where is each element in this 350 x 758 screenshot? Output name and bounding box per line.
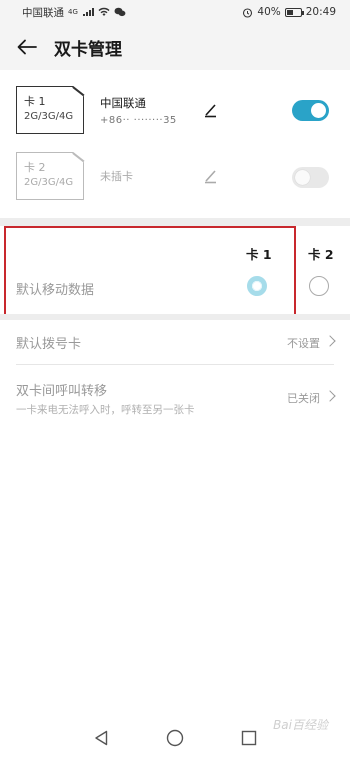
toggle-knob (295, 170, 310, 185)
edit-icon (205, 170, 216, 184)
sim-row-2: 卡 2 2G/3G/4G 未插卡 (0, 144, 350, 218)
annotation-highlight-box (4, 226, 296, 318)
status-bar: 中国联通 4G 40% 20:49 (0, 0, 350, 24)
wifi-icon (98, 7, 110, 16)
section-divider (0, 218, 350, 226)
call-forward-label: 双卡间呼叫转移 (16, 384, 108, 399)
sim-card-icon-1: 卡 1 2G/3G/4G (16, 86, 84, 134)
sim-row-1: 卡 1 2G/3G/4G 中国联通 +86·· ········35 (0, 70, 350, 144)
circle-home-icon (166, 729, 184, 747)
carrier-text: 中国联通 (22, 6, 64, 19)
default-dial-label: 默认拨号卡 (16, 337, 82, 352)
sim-card-section: 卡 1 2G/3G/4G 中国联通 +86·· ········35 卡 2 2… (0, 70, 350, 218)
sim-1-toggle[interactable] (292, 100, 329, 121)
nav-recents-button[interactable] (237, 726, 261, 750)
sim-name: 卡 2 (24, 161, 46, 174)
page-title: 双卡管理 (54, 39, 122, 60)
chevron-right-icon (324, 390, 336, 402)
wechat-icon (114, 7, 126, 17)
sim-card-icon-2: 卡 2 2G/3G/4G (16, 152, 84, 200)
signal-icon (82, 8, 94, 16)
sim-network: 2G/3G/4G (24, 111, 74, 122)
call-forward-subtitle: 一卡来电无法呼入时，呼转至另一张卡 (16, 404, 195, 416)
chevron-right-icon (324, 335, 336, 347)
watermark: Bai百经验 (273, 718, 328, 732)
default-dial-value: 不设置 (287, 337, 320, 350)
edit-icon[interactable] (202, 101, 220, 119)
sim-status: 未插卡 (100, 170, 133, 183)
clock: 20:49 (305, 6, 336, 18)
triangle-back-icon (95, 730, 108, 746)
mobile-data-radio-sim2[interactable] (309, 276, 329, 296)
toggle-knob (311, 103, 326, 118)
network-type: 4G (68, 8, 78, 16)
nav-home-button[interactable] (163, 726, 187, 750)
default-dial-row[interactable]: 默认拨号卡 不设置 (0, 320, 350, 364)
battery-percent: 40% (257, 6, 281, 18)
call-forward-value: 已关闭 (287, 392, 320, 405)
battery-icon (284, 7, 304, 17)
sim-number: +86·· ········35 (100, 115, 177, 126)
nav-back-button[interactable] (89, 726, 113, 750)
sim-name: 卡 1 (24, 95, 46, 108)
square-recents-icon (241, 730, 257, 746)
status-left: 中国联通 4G (22, 5, 126, 20)
sim-2-toggle[interactable] (292, 167, 329, 188)
sim-carrier: 中国联通 (100, 96, 146, 110)
call-forward-row[interactable]: 双卡间呼叫转移 一卡来电无法呼入时，呼转至另一张卡 已关闭 (0, 365, 350, 427)
status-right: 40% 20:49 (242, 6, 336, 18)
back-arrow-icon (17, 39, 37, 55)
alarm-icon (243, 7, 253, 18)
column-header-sim2: 卡 2 (308, 247, 334, 262)
sim-network: 2G/3G/4G (24, 177, 74, 188)
back-button[interactable] (0, 24, 54, 70)
app-header: 双卡管理 (0, 24, 350, 70)
